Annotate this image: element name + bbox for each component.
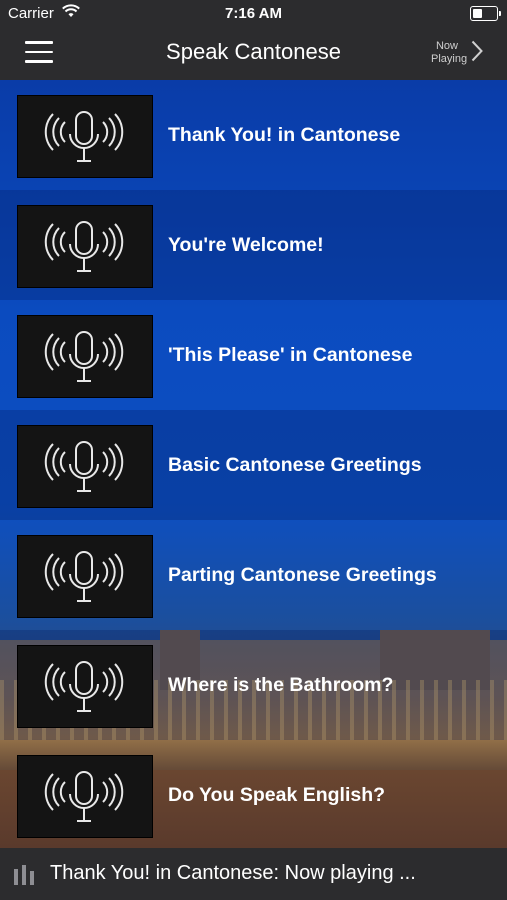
chevron-right-icon <box>471 40 483 67</box>
list-item-label: 'This Please' in Cantonese <box>168 344 413 366</box>
list-item-label: You're Welcome! <box>168 234 324 256</box>
list-item-label: Where is the Bathroom? <box>168 674 394 696</box>
list-item[interactable]: Thank You! in Cantonese <box>0 80 507 190</box>
list-item[interactable]: Where is the Bathroom? <box>0 630 507 740</box>
list-item-label: Do You Speak English? <box>168 784 386 806</box>
status-bar: Carrier 7:16 AM <box>0 0 507 26</box>
list-item[interactable]: You're Welcome! <box>0 190 507 300</box>
clock: 7:16 AM <box>225 5 282 22</box>
list-item[interactable]: 'This Please' in Cantonese <box>0 300 507 410</box>
list-item[interactable]: Parting Cantonese Greetings <box>0 520 507 630</box>
phrase-list: Thank You! in Cantonese You're Welcome! 'T… <box>0 80 507 848</box>
battery-icon <box>470 6 501 21</box>
microphone-icon <box>17 425 153 508</box>
now-playing-label-line1: Now <box>435 40 458 52</box>
now-playing-bar[interactable]: Thank You! in Cantonese: Now playing ... <box>0 848 507 900</box>
list-item-label: Parting Cantonese Greetings <box>168 564 437 586</box>
now-playing-label-line2: Playing <box>431 53 468 65</box>
list-item[interactable]: Basic Cantonese Greetings <box>0 410 507 520</box>
now-playing-text: Thank You! in Cantonese: Now playing ... <box>50 862 416 884</box>
microphone-icon <box>17 315 153 398</box>
microphone-icon <box>17 535 153 618</box>
list-item-label: Basic Cantonese Greetings <box>168 454 422 476</box>
microphone-icon <box>17 645 153 728</box>
list-item-label: Thank You! in Cantonese <box>168 124 401 146</box>
navigation-bar: Speak Cantonese Now Playing <box>0 26 507 80</box>
microphone-icon <box>17 95 153 178</box>
audio-bars-icon <box>14 865 38 890</box>
microphone-icon <box>17 205 153 288</box>
list-item[interactable]: Do You Speak English? <box>0 740 507 850</box>
microphone-icon <box>17 755 153 838</box>
